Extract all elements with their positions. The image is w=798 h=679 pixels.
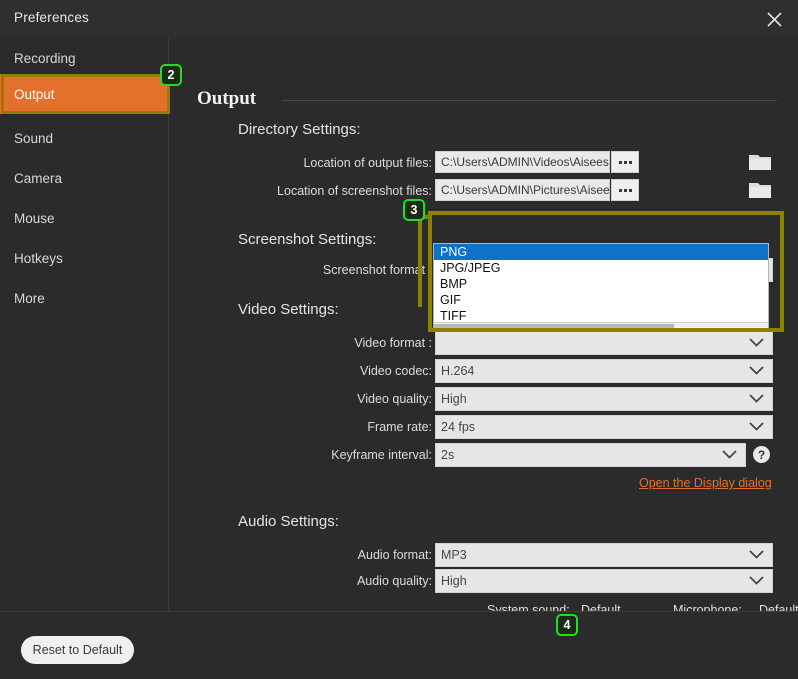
sidebar-item-more[interactable]: More — [0, 278, 169, 318]
sidebar-item-label: Recording — [14, 50, 76, 66]
video-format-select[interactable] — [435, 331, 773, 355]
sidebar-item-sound[interactable]: Sound — [0, 118, 169, 158]
dropdown-option[interactable]: BMP — [434, 276, 768, 292]
audio-settings-heading: Audio Settings: — [238, 513, 339, 530]
sidebar-item-label: Output — [14, 86, 55, 102]
screenshot-location-folder-icon[interactable] — [748, 180, 772, 200]
title-divider — [282, 100, 777, 101]
output-location-browse-button[interactable] — [611, 151, 639, 173]
annotation-badge-4: 4 — [556, 614, 578, 636]
video-format-label: Video format : — [354, 336, 432, 350]
chevron-down-icon — [749, 574, 764, 588]
preferences-window: Preferences Recording Output Sound Camer… — [0, 0, 798, 679]
dropdown-option[interactable]: GIF — [434, 292, 768, 308]
chevron-down-icon — [749, 364, 764, 378]
chevron-down-icon — [749, 420, 764, 434]
output-location-folder-icon[interactable] — [748, 152, 772, 172]
video-quality-label: Video quality: — [357, 392, 432, 406]
frame-rate-select[interactable]: 24 fps — [435, 415, 773, 439]
screenshot-format-label: Screenshot format : — [322, 263, 432, 277]
titlebar: Preferences — [0, 0, 798, 38]
audio-quality-value: High — [441, 574, 467, 588]
sidebar-item-hotkeys[interactable]: Hotkeys — [0, 238, 169, 278]
sidebar-item-label: Camera — [14, 170, 63, 186]
video-settings-heading: Video Settings: — [238, 301, 339, 318]
dropdown-scrollbar[interactable] — [434, 322, 768, 329]
chevron-down-icon — [749, 548, 764, 562]
screenshot-settings-heading: Screenshot Settings: — [238, 231, 377, 248]
question-mark-icon[interactable]: ? — [753, 446, 770, 463]
annotation-badge-3: 3 — [403, 199, 425, 221]
output-location-label: Location of output files: — [303, 156, 432, 170]
sidebar-item-label: More — [14, 290, 45, 306]
page-title: Output — [197, 88, 257, 109]
window-title: Preferences — [14, 10, 89, 25]
keyframe-interval-value: 2s — [441, 448, 455, 462]
video-codec-label: Video codec: — [359, 364, 432, 378]
sidebar: Recording Output Sound Camera Mouse Hotk… — [0, 38, 169, 611]
frame-rate-value: 24 fps — [441, 420, 476, 434]
output-location-input[interactable]: C:\Users\ADMIN\Videos\Aiseesoft Studio\A… — [435, 151, 610, 173]
close-icon[interactable] — [760, 5, 788, 33]
keyframe-interval-label: Keyframe interval: — [331, 448, 432, 462]
sidebar-item-mouse[interactable]: Mouse — [0, 198, 169, 238]
video-codec-value: H.264 — [441, 364, 475, 378]
dropdown-option[interactable]: PNG — [434, 244, 768, 260]
screenshot-location-input[interactable]: C:\Users\ADMIN\Pictures\Aiseesoft Studio… — [435, 179, 610, 201]
sidebar-item-label: Hotkeys — [14, 250, 63, 266]
reset-to-default-button[interactable]: Reset to Default — [21, 636, 134, 664]
chevron-down-icon — [749, 392, 764, 406]
video-quality-select[interactable]: High — [435, 387, 773, 411]
chevron-down-icon — [749, 336, 764, 350]
sidebar-item-camera[interactable]: Camera — [0, 158, 169, 198]
sidebar-item-output[interactable]: Output — [0, 74, 169, 114]
annotation-badge-2: 2 — [160, 64, 182, 86]
video-codec-select[interactable]: H.264 — [435, 359, 773, 383]
audio-format-select[interactable]: MP3 — [435, 543, 773, 567]
chevron-down-icon — [722, 448, 737, 462]
sidebar-item-label: Mouse — [14, 210, 55, 226]
keyframe-interval-select[interactable]: 2s — [435, 443, 746, 467]
frame-rate-label: Frame rate: — [367, 420, 432, 434]
open-display-dialog-link[interactable]: Open the Display dialog — [639, 476, 772, 490]
video-quality-value: High — [441, 392, 467, 406]
dropdown-scrollbar-thumb[interactable] — [434, 324, 675, 329]
screenshot-format-dropdown-list[interactable]: PNG JPG/JPEG BMP GIF TIFF — [433, 243, 769, 330]
footer-bar: Reset to Default OK Cancel — [0, 611, 798, 679]
directory-settings-heading: Directory Settings: — [238, 121, 361, 138]
sidebar-item-label: Sound — [14, 130, 54, 146]
screenshot-location-browse-button[interactable] — [611, 179, 639, 201]
audio-quality-label: Audio quality: — [356, 574, 432, 588]
audio-format-label: Audio format: — [357, 548, 432, 562]
sidebar-item-recording[interactable]: Recording — [0, 38, 169, 78]
audio-format-value: MP3 — [441, 548, 467, 562]
audio-quality-select[interactable]: High — [435, 569, 773, 593]
screenshot-location-label: Location of screenshot files: — [277, 184, 432, 198]
dropdown-option[interactable]: JPG/JPEG — [434, 260, 768, 276]
